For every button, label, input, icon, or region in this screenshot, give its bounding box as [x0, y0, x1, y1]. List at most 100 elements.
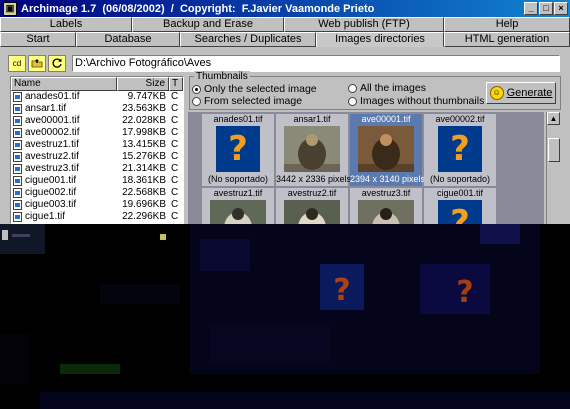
radio-dot [348, 96, 357, 106]
thumbnail-name: ave00001.tif [361, 114, 411, 124]
tif-file-icon [13, 200, 22, 210]
thumbnail-photo [284, 200, 340, 224]
file-type: C [171, 151, 179, 162]
refresh-icon[interactable] [48, 54, 66, 72]
thumbnail-item[interactable]: anades01.tif? (No soportado) [202, 114, 274, 186]
cd-button[interactable]: cd [8, 54, 26, 72]
radio-only-selected-label: Only the selected image [204, 83, 317, 95]
tif-file-icon [13, 116, 22, 126]
file-size: 15.276KB [122, 151, 166, 162]
column-type[interactable]: T [169, 77, 183, 91]
file-list-row[interactable]: cigue002.tif 22.568KB C [11, 187, 183, 199]
tab-web-publish[interactable]: Web publish (FTP) [284, 17, 444, 32]
file-size: 22.028KB [122, 115, 166, 126]
tab-help[interactable]: Help [444, 17, 570, 32]
file-list-row[interactable]: cigue003.tif 19.696KB C [11, 199, 183, 211]
file-list-row[interactable]: ave00001.tif 22.028KB C [11, 115, 183, 127]
title-bar[interactable]: ▣ Archimage 1.7 (06/08/2002) / Copyright… [0, 0, 570, 17]
file-list-row[interactable]: avestruz2.tif 15.276KB C [11, 151, 183, 163]
file-list[interactable]: Name Size T anades01.tif 9.747KB Cansar1.t… [10, 76, 184, 224]
file-size: 22.296KB [122, 211, 166, 222]
column-size[interactable]: Size [117, 77, 169, 91]
window-title: Archimage 1.7 (06/08/2002) / Copyright: … [21, 2, 375, 15]
file-name: avestruz1.tif [25, 139, 79, 150]
file-name: cigue002.tif [25, 187, 77, 198]
scroll-up-icon[interactable]: ▲ [547, 112, 560, 125]
tab-searches-duplicates[interactable]: Searches / Duplicates [180, 32, 316, 47]
file-list-row[interactable]: avestruz1.tif 13.415KB C [11, 139, 183, 151]
radio-all-images[interactable]: All the images [348, 82, 426, 94]
scroll-thumb[interactable] [548, 138, 560, 162]
file-list-row[interactable]: ave00002.tif 17.998KB C [11, 127, 183, 139]
file-list-row[interactable]: anades01.tif 9.747KB C [11, 91, 183, 103]
tif-file-icon [13, 188, 22, 198]
close-button[interactable]: × [554, 2, 568, 15]
file-name: cigue1.tif [25, 211, 66, 222]
tab-images-directories[interactable]: Images directories [316, 32, 444, 47]
thumbnails-legend: Thumbnails [194, 71, 250, 82]
folder-up-icon[interactable] [28, 54, 46, 72]
thumbnail-photo [358, 126, 414, 172]
thumbnail-item[interactable]: ansar1.tif 3442 x 2336 pixels [276, 114, 352, 186]
thumbnail-caption: 3442 x 2336 pixels [276, 174, 352, 184]
svg-text:?: ? [456, 275, 473, 310]
file-name: ave00001.tif [25, 115, 80, 126]
minimize-button[interactable]: _ [524, 2, 538, 15]
thumbnail-caption: 2394 x 3140 pixels [350, 174, 426, 184]
column-name[interactable]: Name [11, 77, 117, 91]
tab-html-generation[interactable]: HTML generation [444, 32, 570, 47]
thumbnail-grid[interactable]: anades01.tif? (No soportado) ansar1.tif 344… [188, 112, 544, 224]
file-size: 17.998KB [122, 127, 166, 138]
file-list-row[interactable]: cigue001.tif 18.361KB C [11, 175, 183, 187]
smiley-icon: ☺ [489, 86, 504, 100]
vertical-scrollbar[interactable]: ▲ [546, 112, 560, 224]
file-size: 22.568KB [122, 187, 166, 198]
thumbnail-name: avestruz2.tif [287, 188, 337, 198]
maximize-button[interactable]: □ [539, 2, 553, 15]
file-name: ave00002.tif [25, 127, 80, 138]
tab-database[interactable]: Database [76, 32, 180, 47]
radio-dot-checked [192, 84, 201, 94]
file-name: cigue001.tif [25, 175, 77, 186]
tif-file-icon [13, 104, 22, 114]
thumbnail-item[interactable]: avestruz2.tif [276, 188, 348, 224]
file-list-row[interactable]: avestruz3.tif 21.314KB C [11, 163, 183, 175]
tif-file-icon [13, 164, 22, 174]
tif-file-icon [13, 176, 22, 186]
radio-all-images-label: All the images [360, 82, 426, 94]
radio-only-selected[interactable]: Only the selected image [192, 83, 317, 95]
rendering-glitch-graphic: ? ? [0, 224, 570, 409]
thumbnail-photo [210, 200, 266, 224]
tab-labels[interactable]: Labels [0, 17, 132, 32]
file-size: 23.563KB [122, 103, 166, 114]
thumbnail-item[interactable]: ave00001.tif 2394 x 3140 pixels [350, 114, 426, 186]
file-list-row[interactable]: ansar1.tif 23.563KB C [11, 103, 183, 115]
thumbnail-item[interactable]: ave00002.tif? (No soportado) [424, 114, 496, 186]
thumbnail-item[interactable]: avestruz1.tif [202, 188, 274, 224]
file-size: 18.361KB [122, 175, 166, 186]
radio-without-thumbnails[interactable]: Images without thumbnails [348, 95, 484, 107]
file-type: C [171, 199, 179, 210]
file-type: C [171, 91, 179, 102]
file-size: 21.314KB [122, 163, 166, 174]
file-list-row[interactable]: cigue1.tif 22.296KB C [11, 211, 183, 223]
thumbnails-groupbox: Thumbnails Only the selected image From … [189, 71, 561, 110]
file-list-header: Name Size T [11, 77, 183, 91]
thumbnail-name: avestruz1.tif [213, 188, 263, 198]
file-name: avestruz3.tif [25, 163, 79, 174]
thumbnail-name: cigue001.tif [436, 188, 484, 198]
radio-without-thumbnails-label: Images without thumbnails [360, 95, 485, 107]
thumbnail-name: ave00002.tif [435, 114, 485, 124]
app-window: ▣ Archimage 1.7 (06/08/2002) / Copyright… [0, 0, 570, 224]
thumbnail-item[interactable]: cigue001.tif? [424, 188, 496, 224]
generate-button[interactable]: ☺ Generate [486, 82, 556, 104]
thumbnail-name: avestruz3.tif [361, 188, 411, 198]
tab-start[interactable]: Start [0, 32, 76, 47]
thumbnail-item[interactable]: avestruz3.tif [350, 188, 422, 224]
radio-from-selected[interactable]: From selected image [192, 95, 302, 107]
tif-file-icon [13, 140, 22, 150]
path-input[interactable]: D:\Archivo Fotográfico\Aves [72, 54, 560, 72]
thumbnail-photo [284, 126, 340, 172]
tab-backup-erase[interactable]: Backup and Erase [132, 17, 284, 32]
file-name: cigue003.tif [25, 199, 77, 210]
